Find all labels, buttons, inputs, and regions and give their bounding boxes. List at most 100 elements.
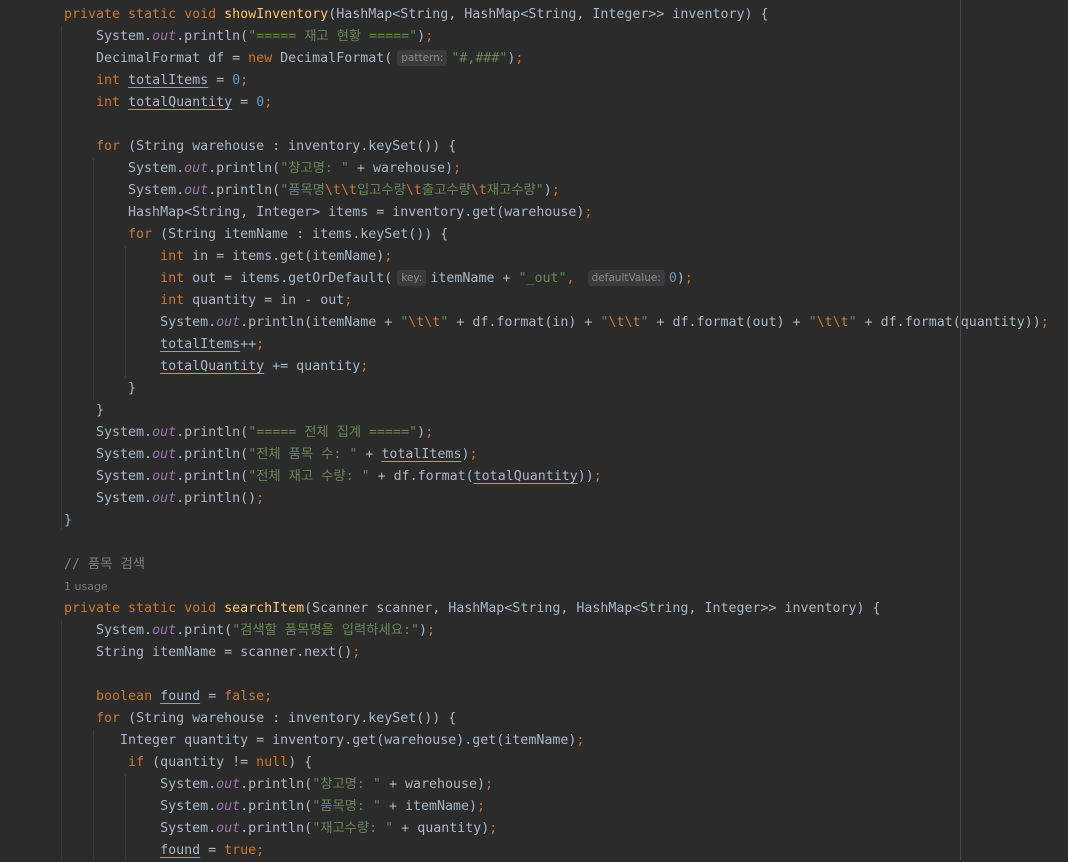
escape-sequence: \t <box>470 183 487 198</box>
code-line[interactable]: System.out.println("품목명\t\t입고수량\t출고수량\t재… <box>64 180 1049 202</box>
code-text: System. <box>64 183 185 198</box>
escape-sequence: \t <box>405 183 422 198</box>
code-line[interactable]: int quantity = in - out; <box>64 290 1049 312</box>
string-literal: "재고수량: " <box>312 821 394 836</box>
keyword: ; <box>469 447 478 462</box>
code-text: } <box>64 513 73 528</box>
code-editor[interactable]: private static void showInventory(HashMa… <box>0 0 1068 860</box>
code-line[interactable]: System.out.println("품목명: " + itemName); <box>64 796 1049 818</box>
code-text: String itemName = scanner.next() <box>64 645 353 660</box>
keyword: int <box>160 293 193 308</box>
static-field: out <box>216 777 241 792</box>
code-text: .println( <box>240 777 313 792</box>
code-line[interactable]: private static void showInventory(HashMa… <box>64 4 1049 26</box>
parameter-hint: key: <box>397 270 427 286</box>
code-line[interactable]: boolean found = false; <box>64 686 1049 708</box>
static-variable: totalQuantity <box>473 469 578 484</box>
keyword: ; <box>256 337 265 352</box>
code-line[interactable] <box>64 532 1049 554</box>
code-line[interactable]: } <box>64 510 1049 532</box>
code-text: itemName + <box>430 271 519 286</box>
code-line[interactable]: } <box>64 378 1049 400</box>
keyword: ; <box>425 425 434 440</box>
code-line[interactable]: System.out.println("전체 품목 수: " + totalIt… <box>64 444 1049 466</box>
keyword: ; <box>684 271 693 286</box>
code-text: ++ <box>240 337 257 352</box>
code-line[interactable]: DecimalFormat df = new DecimalFormat(pat… <box>64 48 1049 70</box>
code-lines[interactable]: private static void showInventory(HashMa… <box>64 4 1049 862</box>
code-line[interactable]: totalQuantity += quantity; <box>64 356 1049 378</box>
method-name: showInventory <box>224 7 329 22</box>
code-line[interactable]: int totalQuantity = 0; <box>64 92 1049 114</box>
code-line[interactable]: int out = items.getOrDefault(key: itemNam… <box>64 268 1049 290</box>
keyword: new <box>248 51 281 66</box>
code-line[interactable]: if (quantity != null) { <box>64 752 1049 774</box>
code-text: + df.format(out) + <box>648 315 809 330</box>
code-line[interactable]: System.out.println(); <box>64 488 1049 510</box>
static-field: out <box>216 821 241 836</box>
keyword: ; <box>425 29 434 44</box>
code-line[interactable]: for (String warehouse : inventory.keySet… <box>64 136 1049 158</box>
code-text: } <box>64 403 105 418</box>
code-line[interactable]: for (String warehouse : inventory.keySet… <box>64 708 1049 730</box>
code-line[interactable] <box>64 664 1049 686</box>
static-field: out <box>152 623 177 638</box>
code-line[interactable] <box>64 114 1049 136</box>
keyword: int <box>160 271 193 286</box>
code-line[interactable]: found = true; <box>64 840 1049 862</box>
code-text: .println( <box>240 821 313 836</box>
keyword: private static void <box>64 7 225 22</box>
code-line[interactable]: System.out.print("검색할 품목명을 입력하세요:"); <box>64 620 1049 642</box>
escape-sequence: \t\t <box>608 315 641 330</box>
code-line[interactable]: System.out.println(itemName + "\t\t" + d… <box>64 312 1049 334</box>
string-literal: "_out" <box>518 271 567 286</box>
code-line[interactable]: System.out.println("전체 재고 수량: " + df.for… <box>64 466 1049 488</box>
keyword: ; <box>344 293 353 308</box>
keyword: int <box>96 95 129 110</box>
code-line[interactable]: 1 usage <box>64 576 1049 598</box>
code-line[interactable]: HashMap<String, Integer> items = invento… <box>64 202 1049 224</box>
code-text: .println( <box>176 469 249 484</box>
string-literal: 입고수량 <box>356 183 406 198</box>
code-text: ) <box>543 183 552 198</box>
code-line[interactable]: String itemName = scanner.next(); <box>64 642 1049 664</box>
code-line[interactable]: System.out.println("===== 전체 집계 ====="); <box>64 422 1049 444</box>
keyword: for <box>128 227 161 242</box>
code-line[interactable]: for (String itemName : items.keySet()) { <box>64 224 1049 246</box>
code-text: ) <box>418 623 427 638</box>
usage-hint[interactable]: 1 usage <box>64 580 108 593</box>
static-variable: found <box>160 689 201 704</box>
code-line[interactable]: System.out.println("===== 재고 현황 ====="); <box>64 26 1049 48</box>
code-text: + df.format( <box>369 469 474 484</box>
code-line[interactable]: int in = items.get(itemName); <box>64 246 1049 268</box>
code-text: System. <box>64 469 153 484</box>
code-line[interactable]: private static void searchItem(Scanner s… <box>64 598 1049 620</box>
escape-sequence: \t\t <box>324 183 357 198</box>
method-name: searchItem <box>224 601 305 616</box>
code-text: (HashMap<String, HashMap<String, Integer… <box>328 7 769 22</box>
code-text: .println( <box>176 447 249 462</box>
code-text: .println( <box>176 425 249 440</box>
code-text: .println() <box>176 491 257 506</box>
static-field: out <box>152 425 177 440</box>
code-line[interactable]: Integer quantity = inventory.get(warehou… <box>64 730 1049 752</box>
code-text: System. <box>64 315 217 330</box>
static-field: out <box>152 447 177 462</box>
code-text: .println( <box>240 799 313 814</box>
code-line[interactable]: } <box>64 400 1049 422</box>
keyword: ; <box>1040 315 1049 330</box>
code-line[interactable]: System.out.println("창고명: " + warehouse); <box>64 158 1049 180</box>
code-line[interactable]: int totalItems = 0; <box>64 70 1049 92</box>
code-line[interactable]: System.out.println("재고수량: " + quantity); <box>64 818 1049 840</box>
code-line[interactable]: System.out.println("창고명: " + warehouse); <box>64 774 1049 796</box>
code-line[interactable]: // 품목 검색 <box>64 554 1049 576</box>
code-text: (String warehouse : inventory.keySet()) … <box>128 139 457 154</box>
code-text: + quantity) <box>393 821 490 836</box>
code-line[interactable]: totalItems++; <box>64 334 1049 356</box>
keyword: false; <box>224 689 273 704</box>
code-text: DecimalFormat( <box>280 51 393 66</box>
code-text: (String warehouse : inventory.keySet()) … <box>128 711 457 726</box>
